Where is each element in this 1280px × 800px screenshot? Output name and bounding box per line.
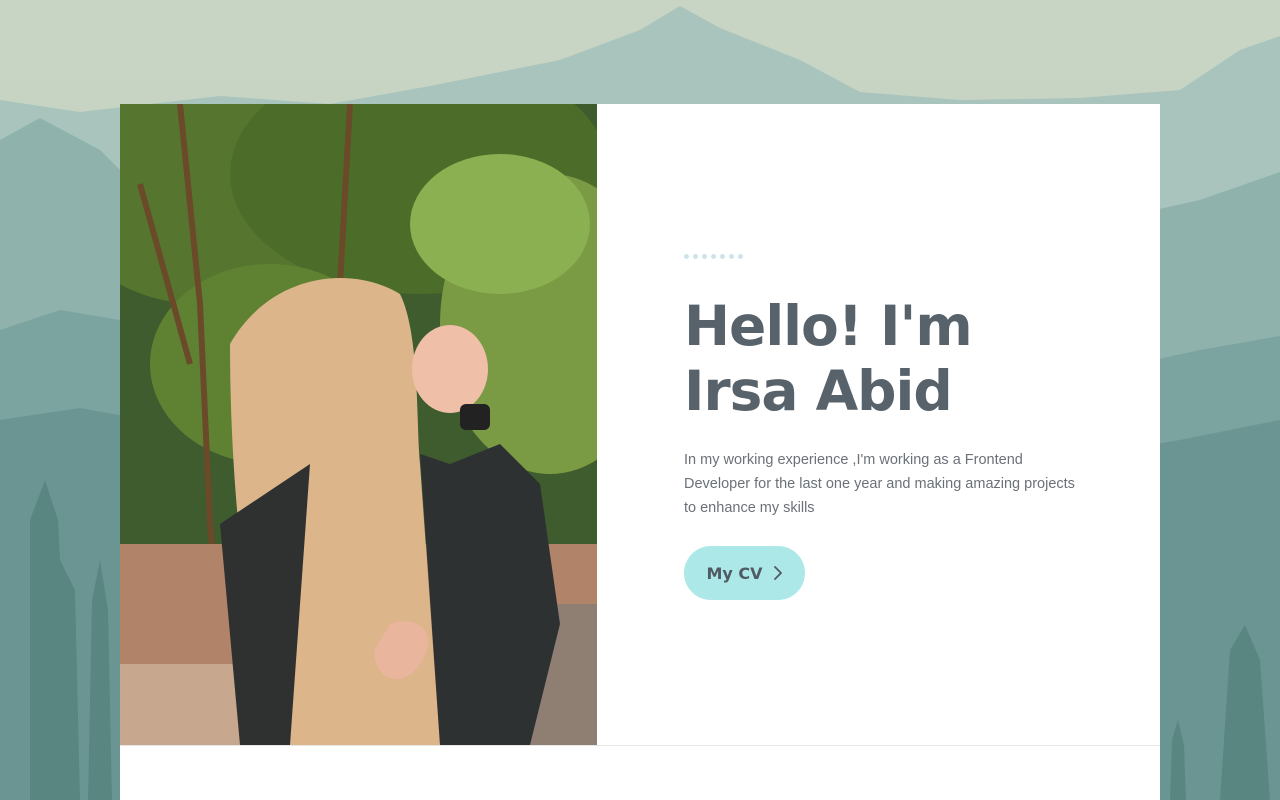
dot — [693, 254, 698, 259]
hero-title-line1: Hello! I'm — [684, 294, 973, 358]
hero-content: Hello! I'm Irsa Abid In my working exper… — [597, 104, 1160, 745]
chevron-right-icon — [773, 566, 782, 580]
hero-title-line2: Irsa Abid — [684, 359, 953, 423]
dot — [702, 254, 707, 259]
dot — [684, 254, 689, 259]
dot — [729, 254, 734, 259]
profile-photo — [120, 104, 597, 745]
hero-card: Hello! I'm Irsa Abid In my working exper… — [120, 104, 1160, 745]
hero-title: Hello! I'm Irsa Abid — [684, 294, 973, 424]
decorative-dots — [684, 254, 743, 259]
dot — [711, 254, 716, 259]
my-cv-button[interactable]: My CV — [684, 546, 805, 600]
dot — [738, 254, 743, 259]
hero-description: In my working experience ,I'm working as… — [684, 452, 1075, 516]
my-cv-button-label: My CV — [706, 563, 763, 583]
dot — [720, 254, 725, 259]
next-section-card — [120, 745, 1160, 800]
